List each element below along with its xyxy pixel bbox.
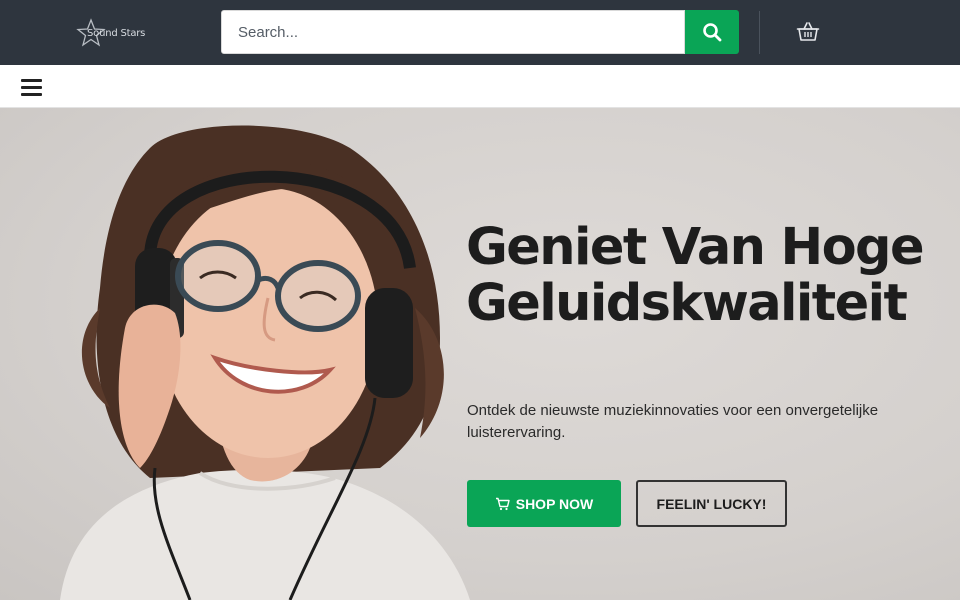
hero-headline: Geniet Van Hoge Geluidskwaliteit	[466, 218, 925, 333]
basket-icon	[796, 22, 820, 41]
shop-now-button[interactable]: SHOP NOW	[467, 480, 621, 527]
search-box	[221, 10, 685, 54]
cart-button[interactable]	[796, 21, 820, 43]
hero-section: Geniet Van Hoge Geluidskwaliteit Ontdek …	[0, 108, 960, 600]
search-button[interactable]	[685, 10, 739, 54]
site-logo[interactable]: Sound Stars	[74, 18, 146, 48]
feelin-lucky-button[interactable]: FEELIN' LUCKY!	[636, 480, 787, 527]
search-icon	[703, 23, 722, 42]
search-input[interactable]	[222, 11, 684, 53]
hero-portrait-image	[60, 125, 470, 600]
hamburger-menu-icon[interactable]	[21, 79, 42, 96]
header-divider	[759, 11, 760, 54]
logo-text: Sound Stars	[87, 27, 146, 39]
cart-icon	[495, 497, 510, 510]
shop-now-label: SHOP NOW	[515, 495, 594, 512]
top-header: Sound Stars	[0, 0, 960, 65]
hero-subtext: Ontdek de nieuwste muziekinnovaties voor…	[467, 402, 879, 441]
feelin-lucky-label: FEELIN' LUCKY!	[656, 495, 767, 512]
nav-bar	[0, 65, 960, 108]
